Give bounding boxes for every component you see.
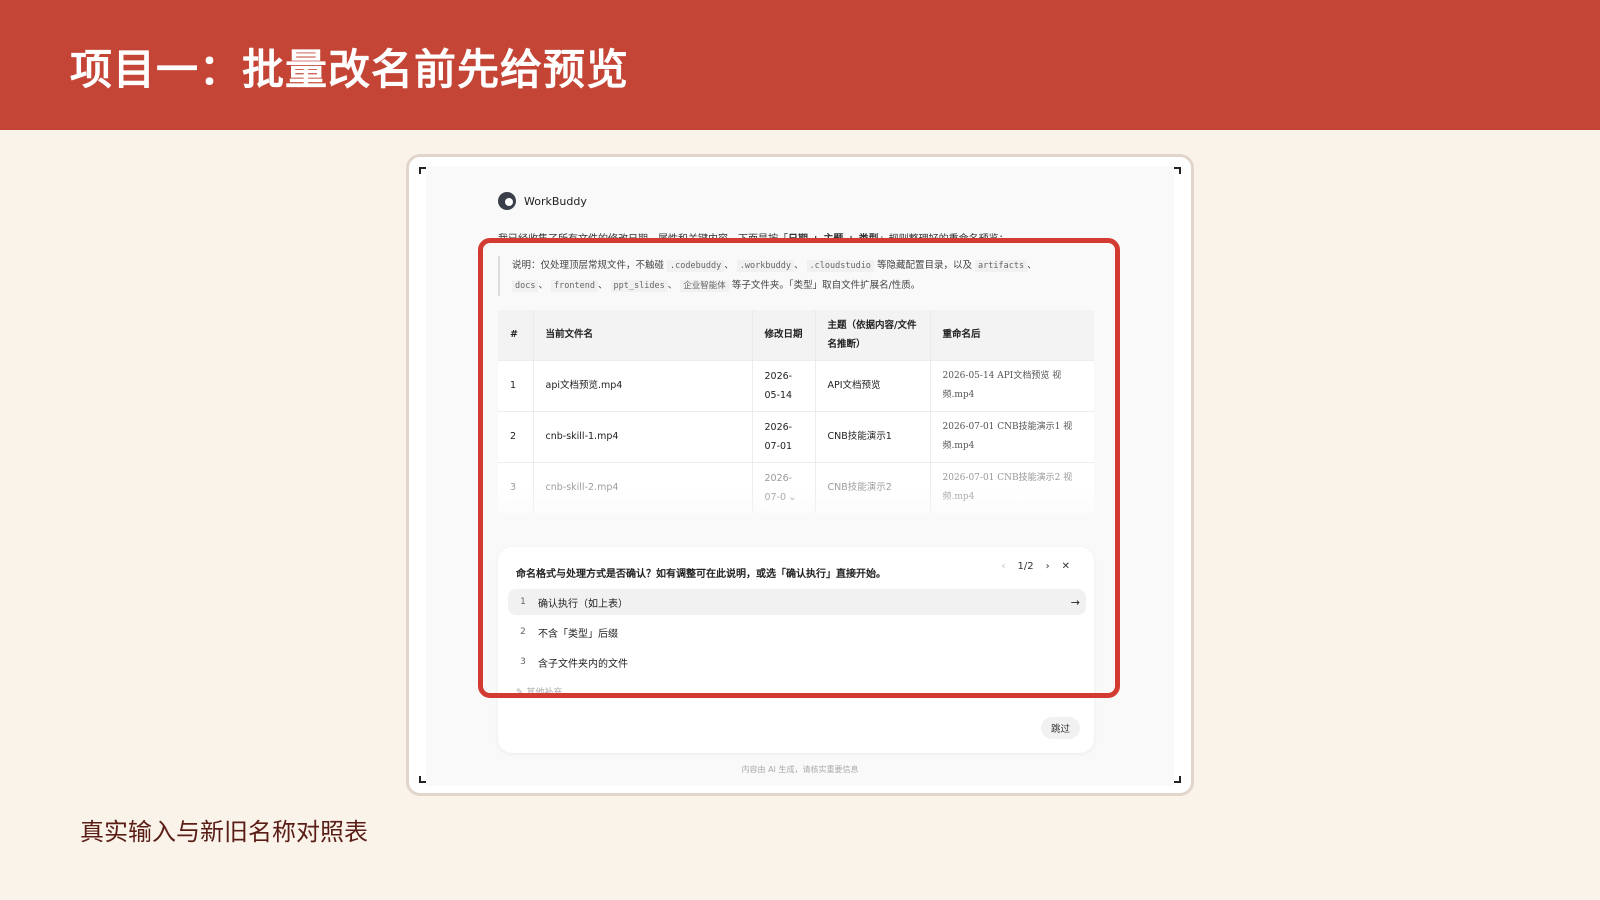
skip-button[interactable]: 跳过 <box>1040 717 1080 739</box>
title-banner: 项目一：批量改名前先给预览 <box>0 0 1600 130</box>
app-name: WorkBuddy <box>524 194 587 208</box>
crop-corner-bl <box>419 776 426 783</box>
crop-corner-tr <box>1174 167 1181 174</box>
slide-caption: 真实输入与新旧名称对照表 <box>80 818 368 846</box>
ai-disclaimer: 内容由 AI 生成，请核实重要信息 <box>741 765 859 774</box>
slide-title: 项目一：批量改名前先给预览 <box>70 45 630 94</box>
app-header: WorkBuddy <box>498 192 587 210</box>
workbuddy-logo-icon <box>498 192 516 210</box>
crop-corner-tl <box>419 167 426 174</box>
crop-corner-br <box>1174 776 1181 783</box>
red-highlight-box <box>478 238 1120 698</box>
